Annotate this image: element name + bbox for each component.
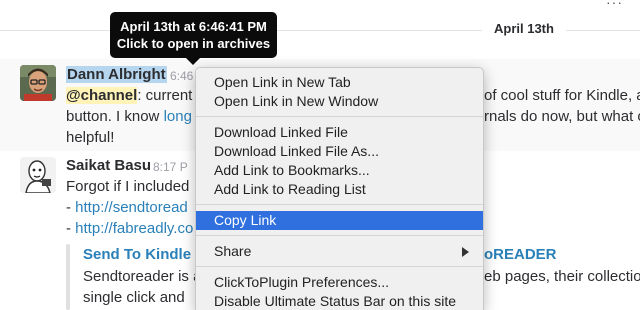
tooltip-line: April 13th at 6:46:41 PM xyxy=(120,19,267,34)
message-sender[interactable]: Saikat Basu xyxy=(66,157,151,174)
attachment-title-link[interactable]: Send To Kindle xyxy=(83,246,191,263)
menu-separator xyxy=(196,266,483,267)
message-link[interactable]: long xyxy=(164,108,192,125)
submenu-arrow-icon xyxy=(462,247,469,257)
channel-mention[interactable]: @channel xyxy=(66,87,138,104)
menu-separator xyxy=(196,204,483,205)
timestamp-tooltip: April 13th at 6:46:41 PM Click to open i… xyxy=(110,12,277,58)
menu-item-download-linked-file-as[interactable]: Download Linked File As... xyxy=(196,142,483,161)
attachment-border xyxy=(66,244,70,310)
avatar-photo-icon xyxy=(20,65,56,101)
tooltip-line: Click to open in archives xyxy=(116,36,271,51)
attachment-title-link[interactable]: oREADER xyxy=(484,246,557,263)
message-text-line: of cool stuff for Kindle, a xyxy=(484,87,640,104)
menu-item-open-new-tab[interactable]: Open Link in New Tab xyxy=(196,73,483,92)
more-dots-icon: ··· xyxy=(606,0,623,10)
message-timestamp[interactable]: 8:17 P xyxy=(153,160,188,174)
attachment-text-line: eb pages, their collection xyxy=(484,268,640,285)
menu-item-add-to-reading-list[interactable]: Add Link to Reading List xyxy=(196,180,483,199)
message-text-line: helpful! xyxy=(66,129,115,146)
message-timestamp[interactable]: 6:46 xyxy=(170,69,193,83)
day-divider-label: April 13th xyxy=(482,21,566,36)
attachment-text-line: single click and xyxy=(83,289,185,306)
menu-item-add-to-bookmarks[interactable]: Add Link to Bookmarks... xyxy=(196,161,483,180)
menu-item-share[interactable]: Share xyxy=(196,242,483,261)
menu-item-copy-link[interactable]: Copy Link xyxy=(196,211,483,230)
tooltip-arrow xyxy=(186,58,200,65)
message-text-line: - http://sendtoread xyxy=(66,199,188,216)
avatar-dann-albright[interactable] xyxy=(20,65,56,101)
avatar-saikat-basu[interactable] xyxy=(20,157,56,193)
message-text-line: - http://fabreadly.co xyxy=(66,220,194,237)
menu-item-download-linked-file[interactable]: Download Linked File xyxy=(196,123,483,142)
message-sender[interactable]: Dann Albright xyxy=(66,66,167,83)
message-text-line: button. I know long xyxy=(66,108,192,125)
context-menu: Open Link in New Tab Open Link in New Wi… xyxy=(195,67,484,310)
menu-item-label: Share xyxy=(214,243,252,259)
menu-separator xyxy=(196,116,483,117)
message-link[interactable]: http://sendtoread xyxy=(75,199,188,216)
avatar-sketch-icon xyxy=(20,157,56,193)
menu-separator xyxy=(196,235,483,236)
message-text-line: Forgot if I included xyxy=(66,178,190,195)
attachment-text-line: Sendtoreader is a xyxy=(83,268,202,285)
menu-item-open-new-window[interactable]: Open Link in New Window xyxy=(196,92,483,111)
message-link[interactable]: http://fabreadly.co xyxy=(75,220,193,237)
menu-item-clicktoplugin-preferences[interactable]: ClickToPlugin Preferences... xyxy=(196,273,483,292)
message-text-line: rnals do now, but what o xyxy=(484,108,640,125)
menu-item-disable-status-bar[interactable]: Disable Ultimate Status Bar on this site xyxy=(196,292,483,310)
message-text-line: @channel: current xyxy=(66,87,193,104)
